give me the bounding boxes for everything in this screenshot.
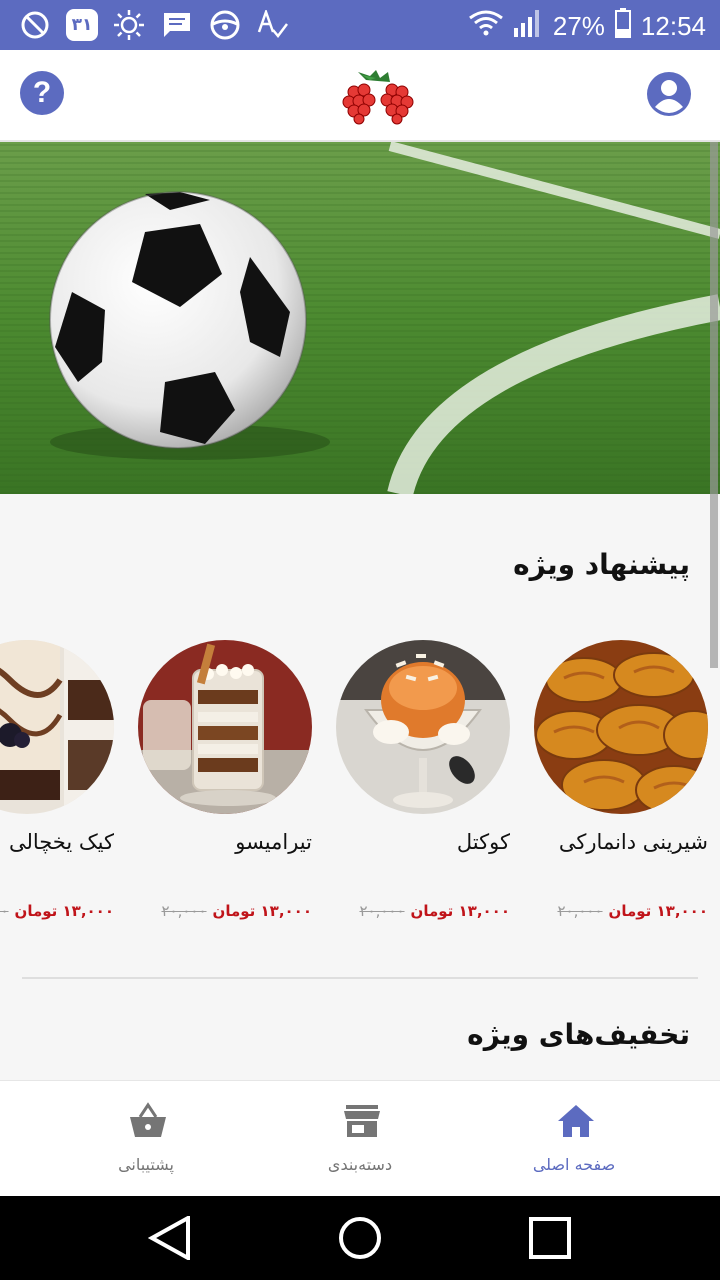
- bottom-navigation: صفحه اصلی دسته‌بندی پشتیبانی: [0, 1080, 720, 1196]
- spellcheck-icon: [256, 8, 290, 42]
- section-divider: [22, 977, 698, 979]
- nav-categories-label: دسته‌بندی: [327, 1155, 393, 1174]
- product-image-tiramisu: [138, 640, 312, 814]
- app-bar: ?: [0, 50, 720, 142]
- calendar-icon: ۳۱: [66, 9, 98, 41]
- nav-categories[interactable]: دسته‌بندی: [240, 1081, 480, 1197]
- promo-banner[interactable]: [0, 142, 720, 494]
- product-card[interactable]: کیک یخچالی ۱۳,۰۰۰ تومان ۲۰,۰۰۰: [0, 640, 114, 930]
- sale-price: ۱۳,۰۰۰ تومان: [410, 902, 510, 920]
- product-price: ۱۳,۰۰۰ تومان ۲۰,۰۰۰: [161, 902, 312, 920]
- product-image-cheesecake: [0, 640, 114, 814]
- special-discounts-title: تخفیف‌های ویژه: [467, 1018, 690, 1051]
- basket-icon: [128, 1101, 168, 1141]
- special-offers-title: پیشنهاد ویژه: [513, 548, 690, 581]
- product-price: ۱۳,۰۰۰ تومان ۲۰,۰۰۰: [359, 902, 510, 920]
- home-icon: [556, 1101, 596, 1141]
- sale-price: ۱۳,۰۰۰ تومان: [608, 902, 708, 920]
- wifi-icon: [468, 10, 503, 43]
- signal-icon: [513, 8, 543, 45]
- product-image-croissant: [534, 640, 708, 814]
- recents-icon[interactable]: [528, 1216, 572, 1264]
- product-image-cocktail: [336, 640, 510, 814]
- product-card[interactable]: تیرامیسو ۱۳,۰۰۰ تومان ۲۰,۰۰۰: [138, 640, 312, 930]
- raspberry-logo: [340, 70, 416, 126]
- profile-icon[interactable]: [646, 71, 692, 117]
- original-price: ۲۰,۰۰۰: [359, 902, 405, 920]
- product-name: کیک یخچالی: [8, 830, 114, 854]
- sale-price: ۱۳,۰۰۰ تومان: [14, 902, 114, 920]
- message-icon: [160, 8, 194, 42]
- status-bar: ۳۱ 27% 12:54: [0, 0, 720, 50]
- product-card[interactable]: کوکتل ۱۳,۰۰۰ تومان ۲۰,۰۰۰: [336, 640, 510, 930]
- battery-icon: [614, 8, 631, 45]
- clock: 12:54: [640, 11, 706, 41]
- product-name: تیرامیسو: [235, 830, 312, 854]
- original-price: ۲۰,۰۰۰: [161, 902, 207, 920]
- special-offers-carousel[interactable]: شیرینی دانمارکی ۱۳,۰۰۰ تومان ۲۰,۰۰۰ کوکتل…: [0, 640, 720, 930]
- back-icon[interactable]: [147, 1214, 192, 1264]
- product-price: ۱۳,۰۰۰ تومان ۲۰,۰۰۰: [557, 902, 708, 920]
- original-price: ۲۰,۰۰۰: [0, 902, 9, 920]
- home-button-icon[interactable]: [338, 1216, 382, 1264]
- nav-home[interactable]: صفحه اصلی: [454, 1081, 694, 1197]
- product-name: شیرینی دانمارکی: [558, 830, 708, 854]
- brightness-icon: [112, 8, 146, 42]
- do-not-disturb-icon: [18, 8, 52, 42]
- product-card[interactable]: شیرینی دانمارکی ۱۳,۰۰۰ تومان ۲۰,۰۰۰: [534, 640, 708, 930]
- nav-support-label: پشتیبانی: [118, 1155, 174, 1174]
- product-name: کوکتل: [456, 830, 510, 854]
- help-icon[interactable]: ?: [20, 71, 64, 115]
- scroll-indicator[interactable]: [710, 142, 718, 668]
- sale-price: ۱۳,۰۰۰ تومان: [212, 902, 312, 920]
- original-price: ۲۰,۰۰۰: [557, 902, 603, 920]
- system-navigation-bar: [0, 1196, 720, 1280]
- product-price: ۱۳,۰۰۰ تومان ۲۰,۰۰۰: [0, 902, 114, 920]
- battery-level: 27%: [552, 11, 605, 41]
- steering-wheel-icon: [208, 8, 242, 42]
- nav-home-label: صفحه اصلی: [532, 1155, 616, 1174]
- nav-support[interactable]: پشتیبانی: [26, 1081, 266, 1197]
- store-icon: [342, 1101, 382, 1141]
